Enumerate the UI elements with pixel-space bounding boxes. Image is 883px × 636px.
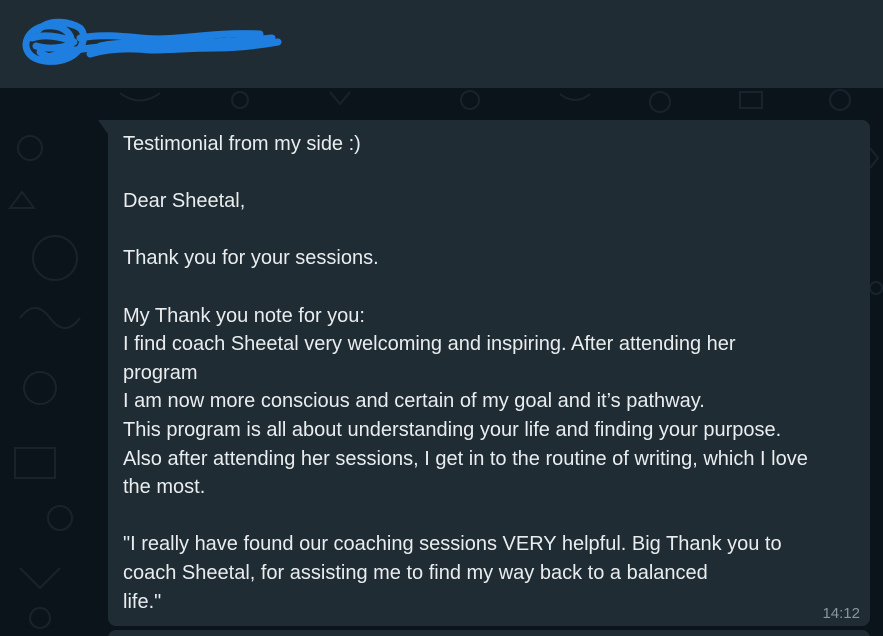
message-timestamp: 14:12 <box>822 605 860 622</box>
chat-area[interactable]: Testimonial from my side :) Dear Sheetal… <box>0 88 883 636</box>
next-message-bubble[interactable] <box>108 630 870 636</box>
redacted-contact-name <box>22 18 282 65</box>
message-bubble[interactable]: Testimonial from my side :) Dear Sheetal… <box>98 120 870 626</box>
message-text: Testimonial from my side :) Dear Sheetal… <box>123 133 808 613</box>
chat-header[interactable] <box>0 0 883 88</box>
bubble-tail <box>98 120 108 134</box>
